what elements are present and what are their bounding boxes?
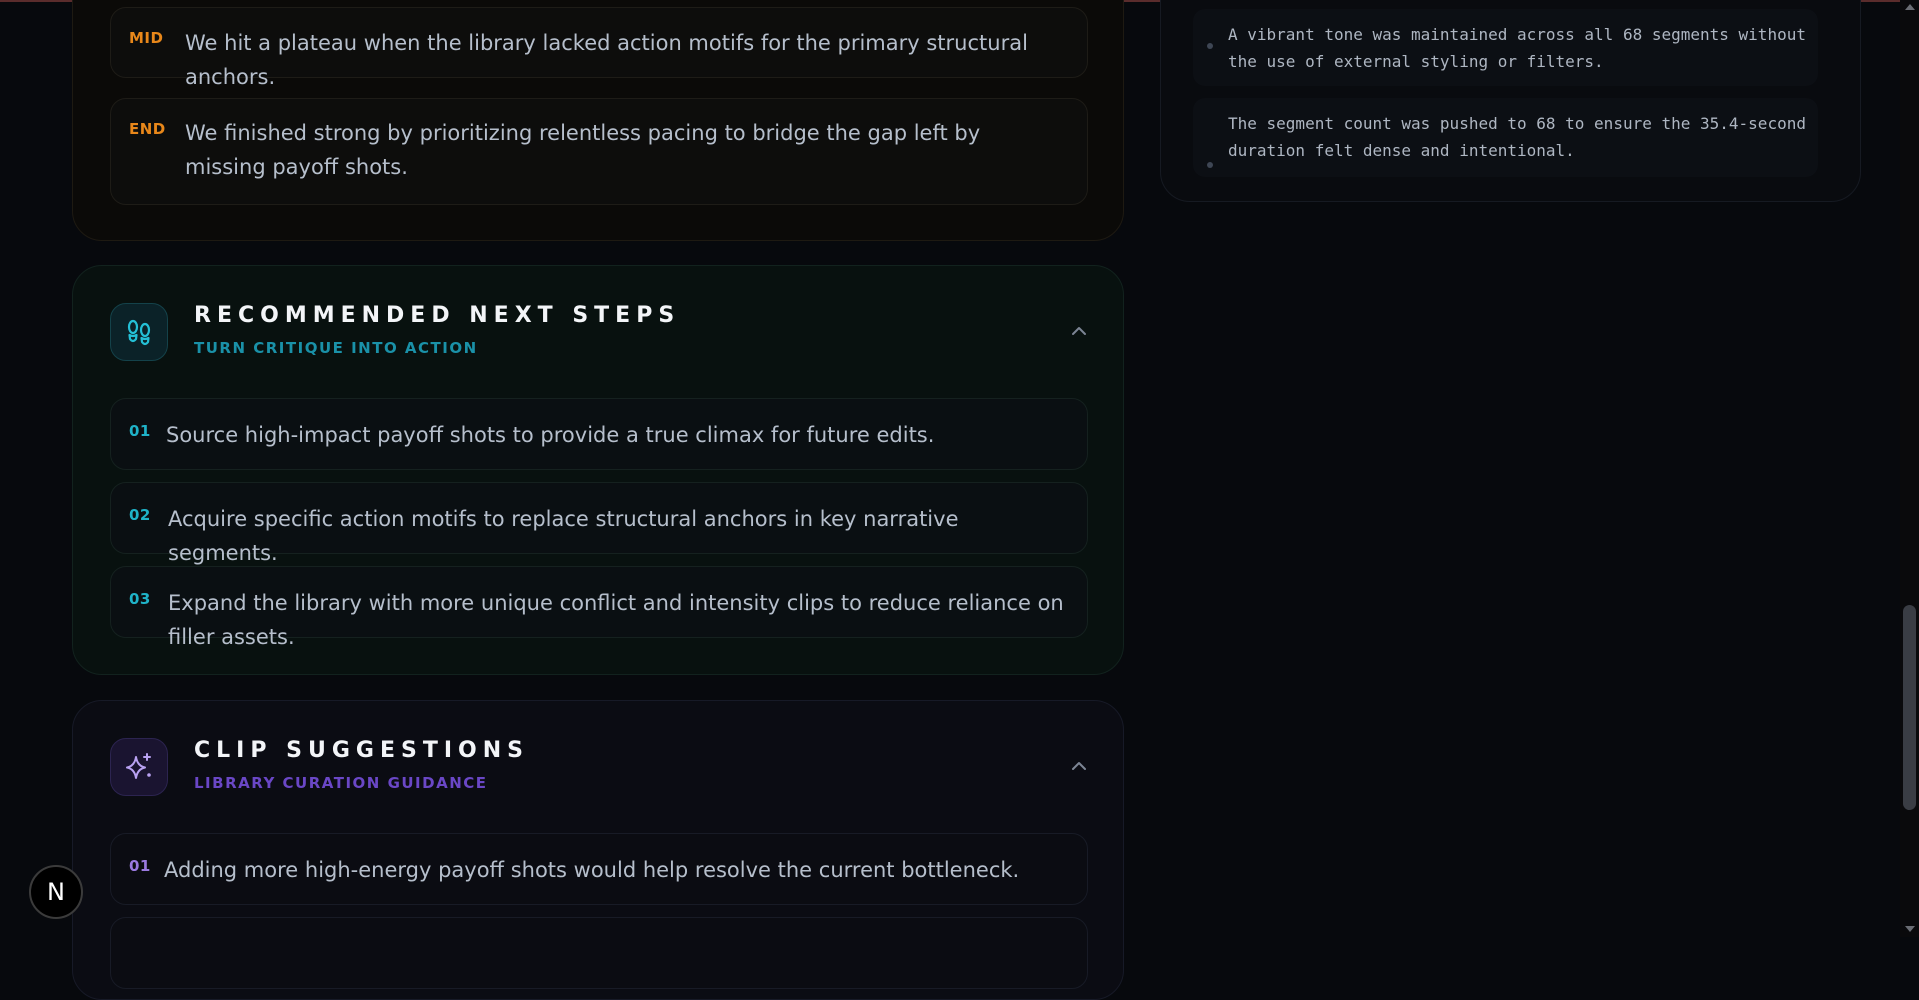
list-item: 01 Adding more high-energy payoff shots … <box>110 833 1088 905</box>
beat-text: We hit a plateau when the library lacked… <box>185 31 1028 89</box>
recommended-next-steps-panel: RECOMMENDED NEXT STEPS TURN CRITIQUE INT… <box>72 265 1124 675</box>
scrollbar-thumb[interactable] <box>1903 605 1916 810</box>
bullet-dot-icon <box>1207 43 1213 49</box>
section-title: CLIP SUGGESTIONS <box>194 738 529 763</box>
story-arc-panel: MID We hit a plateau when the library la… <box>72 0 1124 241</box>
nextjs-devtools-button[interactable]: N <box>29 865 83 919</box>
beat-text: We finished strong by prioritizing relen… <box>185 121 981 179</box>
beat-tag: MID <box>129 29 164 47</box>
scroll-up-arrow-icon[interactable] <box>1905 4 1915 10</box>
step-number: 02 <box>129 506 151 524</box>
chevron-up-icon[interactable] <box>1070 760 1088 772</box>
list-item: 03 Expand the library with more unique c… <box>110 566 1088 649</box>
story-beat-mid: MID We hit a plateau when the library la… <box>110 7 1088 89</box>
note-text: The segment count was pushed to 68 to en… <box>1228 114 1806 160</box>
section-header[interactable]: CLIP SUGGESTIONS LIBRARY CURATION GUIDAN… <box>110 738 1088 798</box>
section-subtitle: TURN CRITIQUE INTO ACTION <box>194 339 478 357</box>
step-number: 01 <box>129 422 151 440</box>
step-number: 03 <box>129 590 151 608</box>
chevron-up-icon[interactable] <box>1070 325 1088 337</box>
section-title: RECOMMENDED NEXT STEPS <box>194 303 681 328</box>
notes-panel: A vibrant tone was maintained across all… <box>1160 0 1861 202</box>
section-subtitle: LIBRARY CURATION GUIDANCE <box>194 774 488 792</box>
note-item: The segment count was pushed to 68 to en… <box>1193 98 1818 177</box>
note-item: A vibrant tone was maintained across all… <box>1193 9 1818 86</box>
footprints-icon <box>110 303 168 361</box>
story-beat-end: END We finished strong by prioritizing r… <box>110 98 1088 205</box>
note-text: A vibrant tone was maintained across all… <box>1228 25 1806 71</box>
section-header[interactable]: RECOMMENDED NEXT STEPS TURN CRITIQUE INT… <box>110 303 1088 363</box>
suggestion-number: 01 <box>129 857 151 875</box>
list-item: 01 Source high-impact payoff shots to pr… <box>110 398 1088 470</box>
bullet-dot-icon <box>1207 162 1213 168</box>
sparkles-icon <box>110 738 168 796</box>
scroll-down-arrow-icon[interactable] <box>1905 926 1915 932</box>
suggestion-text: Adding more high-energy payoff shots wou… <box>164 858 1020 882</box>
clip-suggestions-panel: CLIP SUGGESTIONS LIBRARY CURATION GUIDAN… <box>72 700 1124 1000</box>
step-text: Source high-impact payoff shots to provi… <box>166 423 935 447</box>
list-item: 02 Acquire specific action motifs to rep… <box>110 482 1088 565</box>
nextjs-logo-icon: N <box>47 878 65 906</box>
beat-tag: END <box>129 120 166 138</box>
list-item <box>110 917 1088 989</box>
step-text: Expand the library with more unique conf… <box>168 591 1064 649</box>
step-text: Acquire specific action motifs to replac… <box>168 507 959 565</box>
